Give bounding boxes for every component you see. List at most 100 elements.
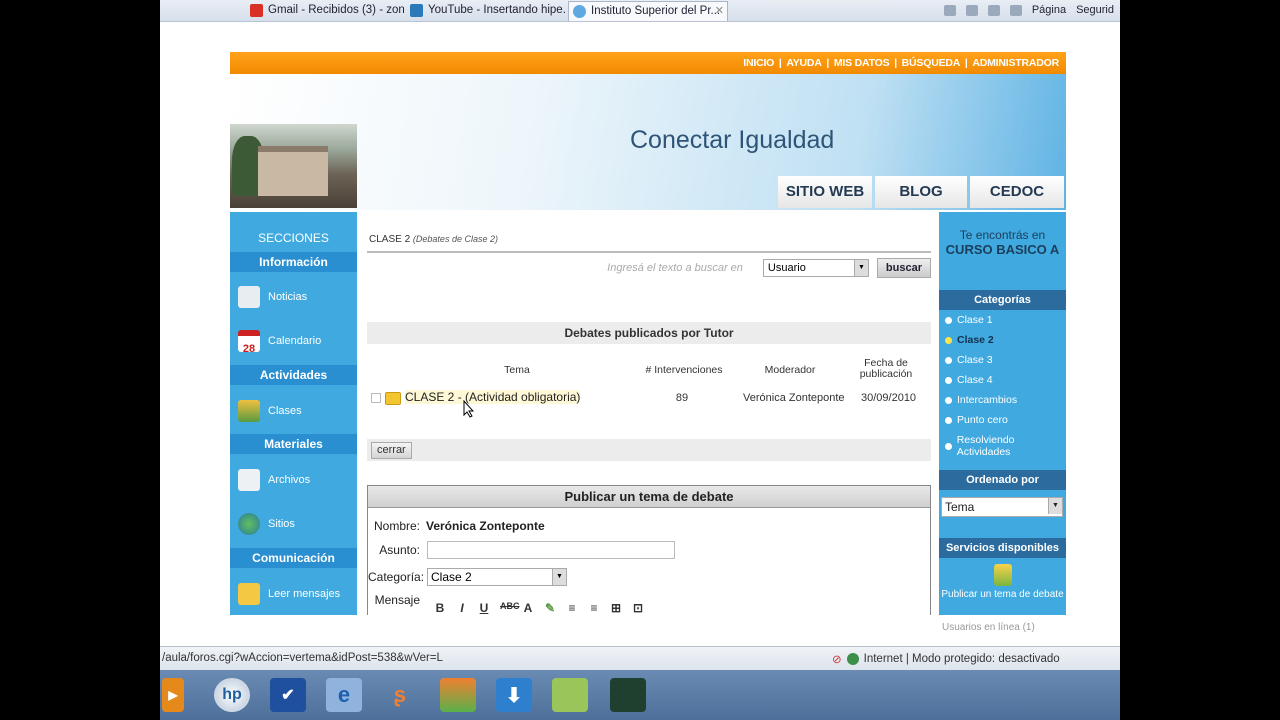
cell-fecha: 30/09/2010 xyxy=(861,392,917,404)
security-menu[interactable]: Segurid xyxy=(1076,4,1114,16)
print-icon[interactable] xyxy=(1009,4,1022,16)
camera-app-icon[interactable] xyxy=(610,678,646,712)
tab-gmail[interactable]: Gmail - Recibidos (3) - zon... xyxy=(246,1,404,21)
col-moderador: Moderador xyxy=(764,364,816,376)
mail-icon[interactable] xyxy=(987,4,1000,16)
font-color-button[interactable]: A xyxy=(522,601,534,615)
bullet-icon xyxy=(945,442,952,450)
tab-youtube[interactable]: YouTube - Insertando hipe... xyxy=(406,1,566,21)
nombre-label: Nombre: xyxy=(373,519,420,533)
sidebar-item-leer-mensajes[interactable]: Leer mensajes xyxy=(238,579,340,609)
nav-inicio[interactable]: INICIO xyxy=(743,57,774,69)
breadcrumb: CLASE 2 (Debates de Clase 2) xyxy=(369,234,498,245)
category-resolviendo[interactable]: Resolviendo Actividades xyxy=(945,434,1066,458)
swirl-app-icon[interactable]: ʂ xyxy=(382,678,418,712)
number-list-button[interactable]: ≡ xyxy=(588,601,600,615)
category-clase-2[interactable]: Clase 2 xyxy=(945,334,994,346)
chevron-down-icon[interactable]: ▼ xyxy=(552,569,566,585)
sidebar-item-noticias[interactable]: Noticias xyxy=(238,282,307,312)
zone-label: Internet | Modo protegido: desactivado xyxy=(863,653,1060,665)
feeds-icon[interactable] xyxy=(965,4,978,16)
highlight-button[interactable]: ✎ xyxy=(544,601,556,615)
sidebar-item-archivos[interactable]: Archivos xyxy=(238,465,310,495)
document-app-icon[interactable] xyxy=(552,678,588,712)
search-button[interactable]: buscar xyxy=(876,258,931,278)
image-button[interactable]: ⊡ xyxy=(632,601,644,615)
order-heading: Ordenado por xyxy=(939,470,1066,490)
media-app-icon[interactable] xyxy=(440,678,476,712)
category-punto-cero[interactable]: Punto cero xyxy=(945,414,1008,426)
close-bar: cerrar xyxy=(367,439,931,461)
col-tema: Tema xyxy=(504,364,530,376)
row-checkbox[interactable] xyxy=(371,393,381,403)
category-clase-1[interactable]: Clase 1 xyxy=(945,314,993,326)
category-clase-3[interactable]: Clase 3 xyxy=(945,354,993,366)
strike-button[interactable]: ABC xyxy=(500,601,520,615)
sidebar-item-sitios[interactable]: Sitios xyxy=(238,509,295,539)
search-field-select[interactable]: Usuario ▼ xyxy=(762,259,869,277)
security-zone[interactable]: ⊘ Internet | Modo protegido: desactivado xyxy=(832,652,1060,666)
order-select[interactable]: Tema ▼ xyxy=(941,497,1063,517)
location-box: Te encontrás en CURSO BASICO A xyxy=(939,228,1066,257)
left-sidebar: SECCIONES Información Noticias 28 Calend… xyxy=(230,212,357,615)
start-button[interactable]: ▶ xyxy=(162,678,184,712)
bullet-icon xyxy=(945,356,952,364)
publish-topic-service[interactable]: Publicar un tema de debate xyxy=(939,564,1066,600)
close-button[interactable]: cerrar xyxy=(371,442,412,459)
newspaper-icon xyxy=(238,286,260,308)
close-tab-icon[interactable]: ✕ xyxy=(715,4,724,17)
bullet-list-button[interactable]: ≡ xyxy=(566,601,578,615)
sidebar-item-calendario[interactable]: 28 Calendario xyxy=(238,326,321,356)
tab-sitio-web[interactable]: SITIO WEB xyxy=(778,176,872,208)
category-label: Clase 1 xyxy=(957,314,993,326)
envelope-icon xyxy=(238,583,260,605)
table-row: CLASE 2 - (Actividad obligatoria) 89 Ver… xyxy=(367,386,931,412)
home-icon[interactable] xyxy=(943,4,956,16)
category-label: Intercambios xyxy=(957,394,1018,406)
tab-blog[interactable]: BLOG xyxy=(875,176,967,208)
italic-button[interactable]: I xyxy=(456,601,468,615)
ie-page-icon xyxy=(410,4,423,17)
sidebar-item-label: Leer mensajes xyxy=(268,588,341,600)
topic-link[interactable]: CLASE 2 - (Actividad obligatoria) xyxy=(405,390,581,404)
internet-explorer-icon[interactable]: e xyxy=(326,678,362,712)
site-title: Conectar Igualdad xyxy=(630,126,835,154)
nav-mis-datos[interactable]: MIS DATOS xyxy=(834,57,890,69)
location-line1: Te encontrás en xyxy=(959,228,1046,242)
underline-button[interactable]: U xyxy=(478,601,490,615)
nav-administrador[interactable]: ADMINISTRADOR xyxy=(972,57,1059,69)
tab-cedoc[interactable]: CEDOC xyxy=(970,176,1064,208)
browser-tab-bar: Gmail - Recibidos (3) - zon... YouTube -… xyxy=(160,0,1120,22)
asunto-input[interactable] xyxy=(427,541,675,559)
bullet-icon xyxy=(945,316,952,324)
publish-icon xyxy=(993,564,1012,586)
course-name: CURSO BASICO A xyxy=(945,242,1060,257)
tab-instituto[interactable]: Instituto Superior del Pr... ✕ xyxy=(568,1,728,21)
bold-button[interactable]: B xyxy=(434,601,446,615)
categoria-select[interactable]: Clase 2 ▼ xyxy=(427,568,567,586)
bullet-icon xyxy=(945,376,952,384)
category-clase-4[interactable]: Clase 4 xyxy=(945,374,993,386)
page-menu[interactable]: Página xyxy=(1032,4,1066,16)
tab-label: Instituto Superior del Pr... xyxy=(591,5,721,17)
chevron-down-icon[interactable]: ▼ xyxy=(1048,498,1062,514)
institute-photo xyxy=(230,124,357,208)
cell-intervenciones: 89 xyxy=(675,392,689,404)
category-label: Clase 4 xyxy=(957,374,993,386)
chevron-down-icon[interactable]: ▼ xyxy=(853,260,868,276)
bullet-icon xyxy=(945,416,952,424)
hp-icon[interactable]: hp xyxy=(214,678,250,712)
internet-globe-icon xyxy=(846,653,859,665)
col-intervenciones: # Intervenciones xyxy=(645,364,723,376)
nav-busqueda[interactable]: BÚSQUEDA xyxy=(902,57,961,69)
folder-icon xyxy=(385,392,401,405)
editor-toolbar: B I U ABC A ✎ ≡ ≡ ⊞ ⊡ xyxy=(434,601,644,615)
nav-ayuda[interactable]: AYUDA xyxy=(786,57,822,69)
heading-materiales: Materiales xyxy=(230,434,357,454)
sidebar-item-clases[interactable]: Clases xyxy=(238,396,302,426)
table-button[interactable]: ⊞ xyxy=(610,601,622,615)
status-url: /aula/foros.cgi?wAccion=vertema&idPost=5… xyxy=(162,652,443,664)
download-icon[interactable]: ⬇ xyxy=(496,678,532,712)
category-intercambios[interactable]: Intercambios xyxy=(945,394,1017,406)
checkmark-app-icon[interactable]: ✔ xyxy=(270,678,306,712)
